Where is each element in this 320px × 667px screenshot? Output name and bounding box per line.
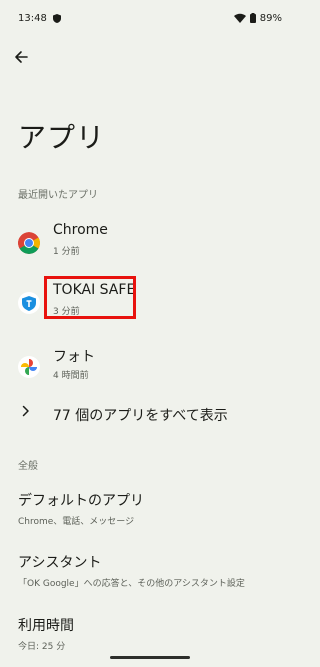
pinwheel-icon (21, 359, 37, 375)
setting-subtitle: 「OK Google」への応答と、その他のアシスタント設定 (18, 579, 245, 589)
recent-app-photos[interactable]: フォト 4 時間前 (0, 344, 300, 392)
status-right: 89% (233, 12, 282, 24)
navigation-handle[interactable] (110, 656, 190, 659)
chrome-icon (18, 232, 40, 254)
setting-subtitle: Chrome、電話、メッセージ (18, 517, 135, 527)
shield-status-icon (52, 13, 61, 23)
default-apps-item[interactable]: デフォルトのアプリ Chrome、電話、メッセージ (0, 490, 300, 534)
back-button[interactable] (8, 46, 34, 68)
see-all-apps-label: 77 個のアプリをすべて表示 (53, 408, 228, 424)
general-header: 全般 (18, 461, 38, 472)
status-bar: 13:48 89% (0, 0, 300, 36)
shield-icon (22, 295, 36, 311)
app-last-opened: 1 分前 (53, 247, 80, 257)
highlight-box (44, 276, 136, 319)
screen-time-item[interactable]: 利用時間 今日: 25 分 (0, 615, 300, 659)
chevron-right-icon (22, 405, 29, 417)
tokai-safe-icon (18, 292, 40, 314)
status-left: 13:48 (18, 13, 61, 24)
setting-title: デフォルトのアプリ (18, 493, 144, 509)
app-name: フォト (53, 349, 95, 365)
setting-title: アシスタント (18, 555, 102, 571)
assistant-item[interactable]: アシスタント 「OK Google」への応答と、その他のアシスタント設定 (0, 552, 300, 596)
recent-apps-header: 最近開いたアプリ (18, 190, 98, 201)
status-time: 13:48 (18, 12, 47, 24)
battery-icon (249, 13, 256, 23)
battery-level: 89% (259, 12, 282, 24)
setting-title: 利用時間 (18, 618, 74, 634)
page-title: アプリ (18, 121, 106, 154)
recent-app-chrome[interactable]: Chrome 1 分前 (0, 220, 300, 268)
see-all-apps-button[interactable]: 77 個のアプリをすべて表示 (0, 400, 300, 428)
setting-subtitle: 今日: 25 分 (18, 642, 66, 652)
app-last-opened: 4 時間前 (53, 371, 89, 381)
app-name: Chrome (53, 222, 108, 238)
photos-icon (18, 356, 40, 378)
wifi-icon (233, 13, 246, 23)
arrow-back-icon (15, 51, 28, 63)
